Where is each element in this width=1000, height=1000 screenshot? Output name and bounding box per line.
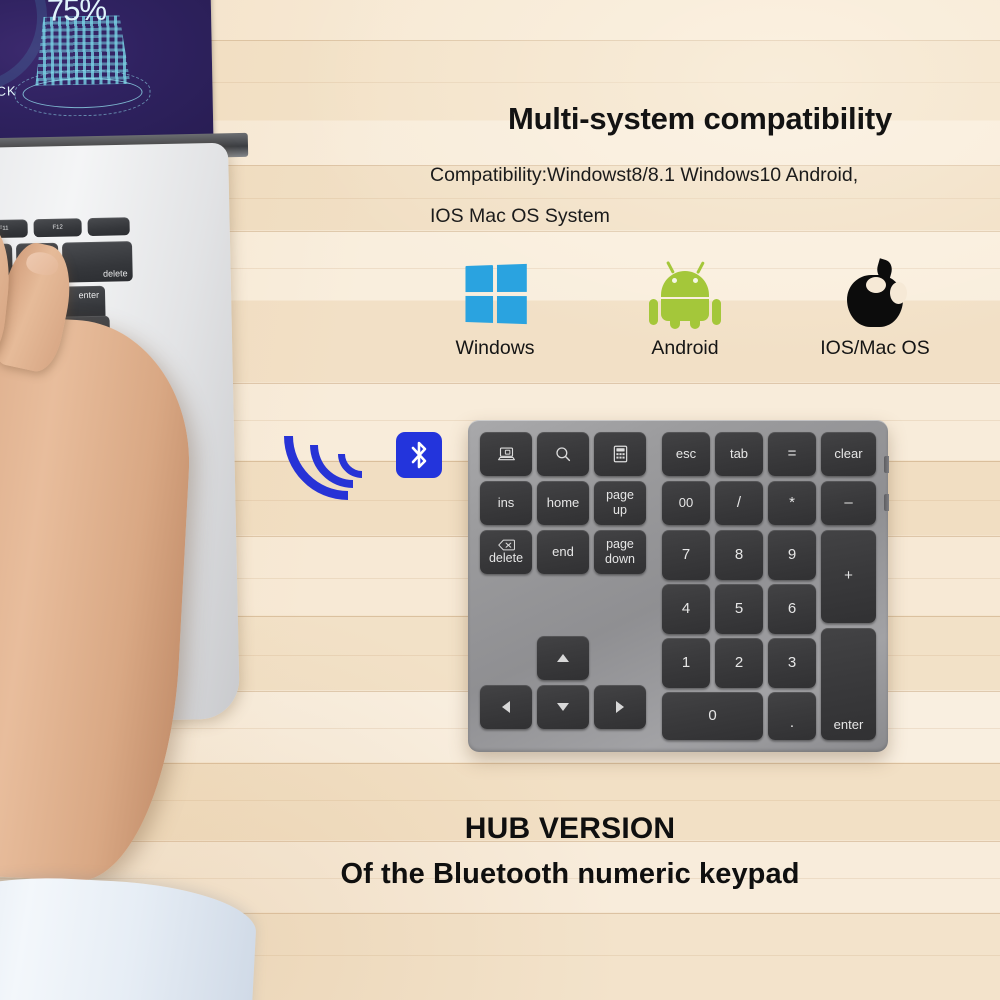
key-calculator[interactable] [594, 432, 646, 476]
search-icon [556, 447, 571, 462]
key-ins[interactable]: ins [480, 481, 532, 525]
key-num-5[interactable]: 5 [715, 584, 763, 634]
page-title: Multi-system compatibility [507, 101, 893, 136]
keypad-key-grid: esc tab = clear ins home page up 00 / * … [468, 420, 888, 752]
os-label-android: Android [651, 337, 719, 359]
os-label-apple: IOS/Mac OS [820, 337, 930, 359]
laptop-screen: 75% CK [0, 0, 214, 147]
key-num-0[interactable]: 0 [662, 692, 763, 740]
bluetooth-numeric-keypad: esc tab = clear ins home page up 00 / * … [468, 420, 889, 752]
footer-line-2: Of the Bluetooth numeric keypad [340, 858, 800, 890]
compatibility-description: Compatibility:Windowst8/8.1 Windows10 An… [430, 155, 970, 237]
arrow-right-icon [616, 701, 624, 713]
apple-logo-icon [780, 255, 970, 333]
key-arrow-right[interactable] [594, 685, 646, 729]
key-double-zero[interactable]: 00 [662, 481, 710, 525]
arrow-down-icon [557, 703, 569, 711]
laptop-screen-icon [497, 447, 515, 461]
key-arrow-down[interactable] [537, 685, 589, 729]
key-page-down-label-1: page [606, 537, 634, 551]
key-num-9[interactable]: 9 [768, 530, 816, 580]
key-num-1[interactable]: 1 [662, 638, 710, 688]
key-multiply[interactable]: * [768, 481, 816, 525]
laptop-key-f12[interactable]: F12 [33, 218, 82, 238]
os-label-windows: Windows [455, 337, 535, 359]
key-enter[interactable]: enter [821, 628, 876, 740]
product-marketing-image: 75% CK F10 F11 F12 =- ~^ |¥ delete P `@ … [0, 0, 1000, 1000]
arrow-up-icon [557, 654, 569, 662]
wireless-signal-waves-icon [257, 345, 448, 538]
os-item-windows: Windows [400, 255, 590, 360]
key-num-6[interactable]: 6 [768, 584, 816, 634]
key-divide[interactable]: / [715, 481, 763, 525]
screen-percent-label: 75% [46, 0, 107, 28]
key-page-down-label-2: down [605, 551, 635, 566]
footer-line-1: HUB VERSION [464, 812, 676, 845]
arrow-left-icon [502, 701, 510, 713]
key-page-down[interactable]: page down [594, 530, 646, 574]
bluetooth-icon [396, 432, 442, 478]
laptop-key-delete[interactable]: delete [61, 241, 133, 283]
key-arrow-up[interactable] [537, 636, 589, 680]
key-screen-lock[interactable] [480, 432, 532, 476]
key-num-3[interactable]: 3 [768, 638, 816, 688]
key-page-up-label-2: up [613, 502, 627, 517]
key-num-8[interactable]: 8 [715, 530, 763, 580]
key-equals[interactable]: = [768, 432, 816, 476]
key-page-up[interactable]: page up [594, 481, 646, 525]
laptop-key-f11[interactable]: F11 [0, 219, 28, 239]
key-num-2[interactable]: 2 [715, 638, 763, 688]
laptop-key-eject[interactable] [87, 217, 130, 237]
os-item-apple: IOS/Mac OS [780, 255, 970, 360]
os-support-row: Windows Android IOS/Mac OS [400, 248, 970, 360]
key-arrow-left[interactable] [480, 685, 532, 729]
backspace-icon [497, 539, 515, 551]
key-delete-label: delete [488, 550, 524, 565]
key-decimal[interactable]: . [768, 692, 816, 740]
android-robot-icon [590, 255, 780, 333]
calculator-icon [613, 445, 627, 463]
screen-corner-label: CK [0, 83, 17, 99]
key-esc[interactable]: esc [662, 432, 710, 476]
compatibility-line-2: IOS Mac OS System [430, 205, 610, 227]
key-tab[interactable]: tab [715, 432, 763, 476]
fingernail [24, 249, 61, 278]
os-item-android: Android [590, 255, 780, 360]
key-minus[interactable]: – [821, 481, 876, 525]
key-delete[interactable]: delete [480, 530, 532, 574]
compatibility-line-1: Compatibility:Windowst8/8.1 Windows10 An… [430, 164, 859, 186]
key-home[interactable]: home [537, 481, 589, 525]
key-search[interactable] [537, 432, 589, 476]
key-page-up-label-1: page [606, 488, 634, 502]
key-num-7[interactable]: 7 [662, 530, 710, 580]
key-clear[interactable]: clear [821, 432, 876, 476]
key-end[interactable]: end [537, 530, 589, 574]
windows-logo-icon [400, 255, 590, 333]
footer-caption: HUB VERSION Of the Bluetooth numeric key… [150, 812, 990, 891]
key-plus[interactable]: + [821, 530, 876, 623]
key-num-4[interactable]: 4 [662, 584, 710, 634]
